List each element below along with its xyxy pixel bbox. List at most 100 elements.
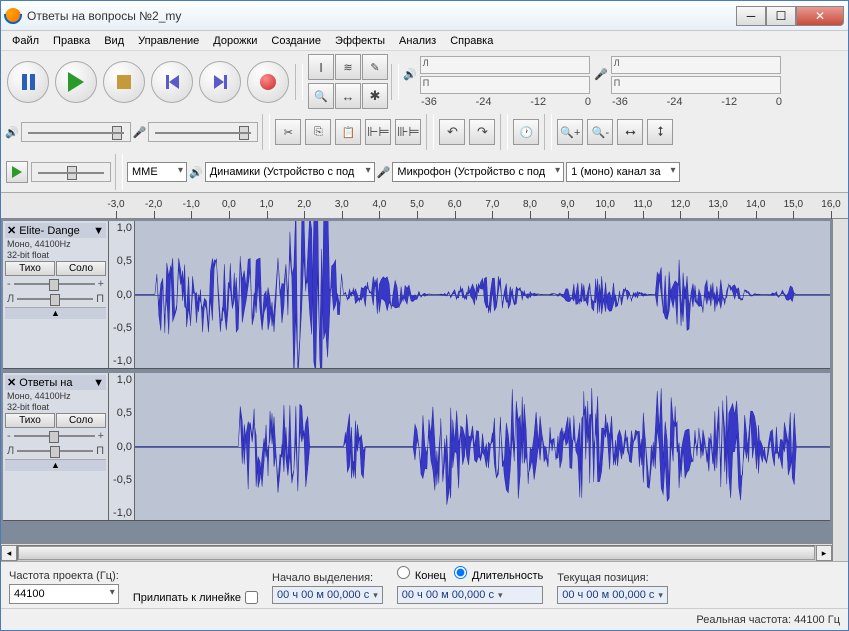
zoom-out-icon: 🔍- [592,126,609,139]
waveform-display[interactable] [135,221,830,368]
skip-end-button[interactable] [199,61,241,103]
pan-slider[interactable]: ЛП [5,444,106,458]
record-volume-slider[interactable] [148,122,258,142]
record-button[interactable] [247,61,289,103]
draw-tool[interactable]: ✎ [362,54,388,80]
menu-tracks[interactable]: Дорожки [206,33,264,49]
record-icon [260,74,276,90]
undo-button[interactable]: ↶ [439,119,465,145]
menu-view[interactable]: Вид [97,33,131,49]
track-row: ✕ Elite- Dange ▼ Моно, 44100Hz 32-bit fl… [3,221,830,369]
collapse-button[interactable]: ▲ [5,459,106,471]
close-track-button[interactable]: ✕ [7,376,16,389]
track-control-panel: ✕ Elite- Dange ▼ Моно, 44100Hz 32-bit fl… [3,221,109,368]
selection-end-time[interactable]: 00 ч 00 м 00,000 с▾ [397,586,543,604]
solo-button[interactable]: Соло [56,261,106,276]
timeshift-tool[interactable]: ↔ [335,83,361,109]
play-button[interactable] [55,61,97,103]
gain-slider[interactable]: -+ [5,429,106,443]
close-track-button[interactable]: ✕ [7,224,16,237]
zoom-tool[interactable]: 🔍 [308,83,334,109]
cut-button[interactable]: ✂ [275,119,301,145]
speaker-icon: 🔊 [403,68,417,81]
waveform-display[interactable] [135,373,830,520]
vertical-scrollbar[interactable] [832,219,848,561]
scroll-left-button[interactable]: ◂ [1,545,17,561]
playback-meter-l[interactable]: Л [420,56,590,74]
minimize-button[interactable]: ─ [736,6,766,26]
selection-tool[interactable]: I [308,54,334,80]
menu-analyze[interactable]: Анализ [392,33,443,49]
playback-meter-r[interactable]: П [420,76,590,94]
track-title-bar[interactable]: ✕ Elite- Dange ▼ [5,223,106,238]
end-radio[interactable]: Конец [397,566,446,582]
maximize-button[interactable]: ☐ [766,6,796,26]
skip-start-button[interactable] [151,61,193,103]
audio-position-time[interactable]: 00 ч 00 м 00,000 с▾ [557,586,668,604]
fit-project-button[interactable]: ⭥ [647,119,673,145]
copy-button[interactable]: ⎘ [305,119,331,145]
length-radio[interactable]: Длительность [454,566,543,582]
window-buttons: ─ ☐ ✕ [736,6,844,26]
project-rate-select[interactable]: 44100 [9,584,119,604]
snap-checkbox[interactable] [245,591,258,604]
zoom-out-button[interactable]: 🔍- [587,119,613,145]
play-at-speed-button[interactable] [6,161,28,183]
pencil-icon: ✎ [370,61,379,74]
close-button[interactable]: ✕ [796,6,844,26]
menu-file[interactable]: Файл [5,33,46,49]
stop-icon [117,75,131,89]
timeline-ruler[interactable]: -3,0-2,0-1,00,01,02,03,04,05,06,07,08,09… [1,193,848,219]
selection-start-label: Начало выделения: [272,572,383,584]
collapse-button[interactable]: ▲ [5,307,106,319]
app-window: Ответы на вопросы №2_my ─ ☐ ✕ Файл Правк… [0,0,849,631]
meters-area: 🔊 Л П -36 -24 -12 0 🎤 [403,55,783,109]
mute-button[interactable]: Тихо [5,261,55,276]
clock-icon: 🕐 [520,126,534,139]
zoom-in-button[interactable]: 🔍+ [557,119,583,145]
input-channels-select[interactable]: 1 (моно) канал за [566,162,679,182]
silence-button[interactable]: ⊪⊨ [395,119,421,145]
output-device-select[interactable]: Динамики (Устройство с под [205,162,375,182]
multi-tool[interactable]: ✱ [362,83,388,109]
gain-slider[interactable]: -+ [5,277,106,291]
record-meter-r[interactable]: П [611,76,781,94]
playback-speed-slider[interactable] [31,162,111,182]
menu-effects[interactable]: Эффекты [328,33,392,49]
solo-button[interactable]: Соло [56,413,106,428]
audio-host-select[interactable]: MME [127,162,187,182]
track-menu-icon[interactable]: ▼ [93,225,104,237]
menu-help[interactable]: Справка [443,33,500,49]
pan-slider[interactable]: ЛП [5,292,106,306]
play-icon [68,72,84,92]
track-name-label: Ответы на [19,377,72,389]
snap-label: Прилипать к линейке [133,592,241,604]
window-title: Ответы на вопросы №2_my [27,9,736,23]
track-title-bar[interactable]: ✕ Ответы на ▼ [5,375,106,390]
actual-rate-label: Реальная частота: 44100 Гц [696,614,840,626]
record-meter-l[interactable]: Л [611,56,781,74]
mute-button[interactable]: Тихо [5,413,55,428]
scroll-right-button[interactable]: ▸ [816,545,832,561]
menu-generate[interactable]: Создание [264,33,328,49]
redo-button[interactable]: ↷ [469,119,495,145]
envelope-tool[interactable]: ≋ [335,54,361,80]
speaker-icon: 🔊 [189,166,203,179]
fit-selection-button[interactable]: ⭤ [617,119,643,145]
zoom-in-icon: 🔍+ [560,126,580,139]
stop-button[interactable] [103,61,145,103]
track-menu-icon[interactable]: ▼ [93,377,104,389]
horizontal-scrollbar[interactable]: ◂ ▸ [1,543,832,561]
input-device-select[interactable]: Микрофон (Устройство с под [392,162,564,182]
track-name-label: Elite- Dange [19,225,80,237]
zoom-icon: 🔍 [314,90,328,103]
sync-lock-button[interactable]: 🕐 [513,119,539,145]
position-label: Текущая позиция: [557,572,668,584]
menu-transport[interactable]: Управление [131,33,206,49]
paste-button[interactable]: 📋 [335,119,361,145]
trim-button[interactable]: ⊩⊨ [365,119,391,145]
selection-start-time[interactable]: 00 ч 00 м 00,000 с▾ [272,586,383,604]
pause-button[interactable] [7,61,49,103]
menu-edit[interactable]: Правка [46,33,97,49]
playback-volume-slider[interactable] [21,122,131,142]
